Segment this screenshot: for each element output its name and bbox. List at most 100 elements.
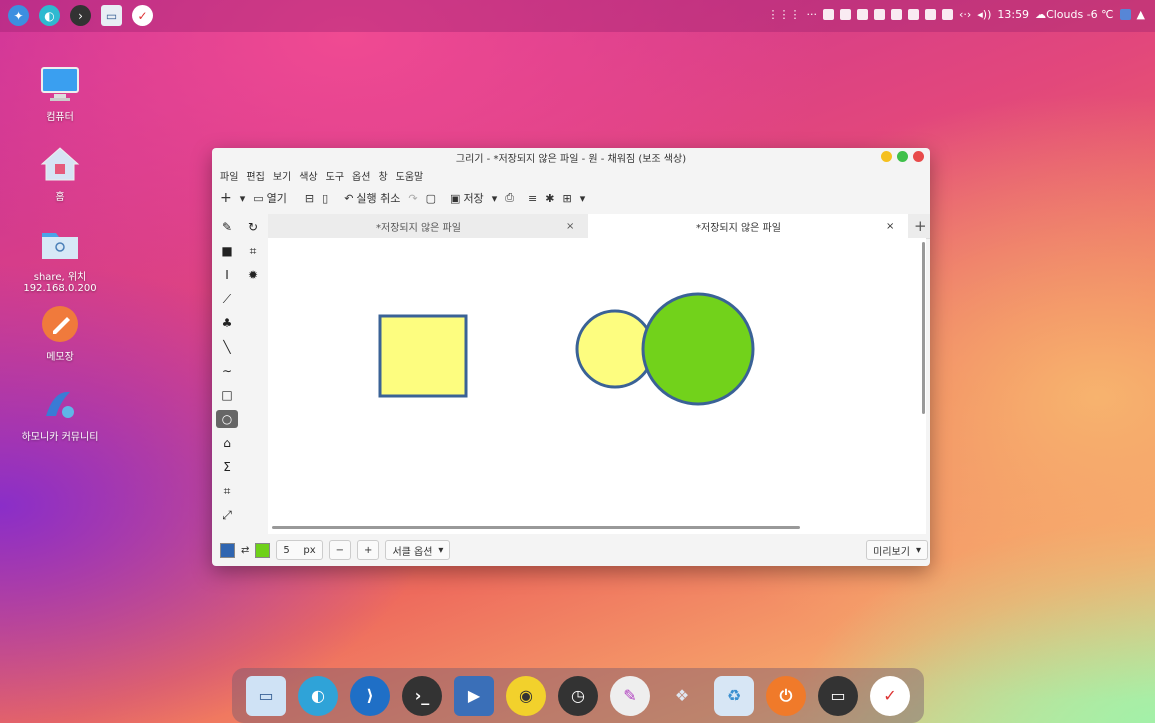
files-icon[interactable]: ▭ xyxy=(101,5,122,26)
size-increase-button[interactable]: + xyxy=(357,540,380,560)
volume-icon[interactable]: ◂)) xyxy=(977,8,991,21)
desktop-item-share[interactable]: share, 위치 192.168.0.200 xyxy=(10,224,110,294)
media-player-icon[interactable]: ◉ xyxy=(506,675,546,716)
window-title: 그리기 - *저장되지 않은 파일 - 원 - 채워짐 (보조 색상) xyxy=(455,154,687,165)
clock[interactable]: 13:59 xyxy=(997,8,1029,21)
terminal-icon[interactable]: › xyxy=(70,5,91,26)
tray-icon-5[interactable] xyxy=(890,9,902,20)
remote-icon[interactable]: ▭ xyxy=(818,675,858,716)
browser-icon[interactable]: ◐ xyxy=(298,675,338,716)
new-tab-button[interactable]: + xyxy=(914,214,927,238)
save-button[interactable]: ▣ 저장 xyxy=(450,190,484,206)
tray-icon-1[interactable] xyxy=(822,9,834,20)
tab-close-icon[interactable]: × xyxy=(566,221,574,232)
desktop-item-home[interactable]: 홈 xyxy=(10,144,110,203)
rect-select-tool-icon[interactable]: ■ xyxy=(218,242,236,260)
menu-options[interactable]: 옵션 xyxy=(352,168,370,183)
more-dropdown-icon[interactable]: ▾ xyxy=(580,192,586,205)
drawing-icon[interactable]: ✎ xyxy=(610,675,650,716)
tab-close-icon[interactable]: × xyxy=(886,221,894,232)
tab-2[interactable]: *저장되지 않은 파일 × xyxy=(588,214,908,238)
brush-tool-icon[interactable]: ⟋ xyxy=(218,290,236,308)
title-bar[interactable]: 그리기 - *저장되지 않은 파일 - 원 - 채워짐 (보조 색상) xyxy=(212,148,930,166)
size-field[interactable]: 5 px xyxy=(276,540,323,560)
weather[interactable]: ☁Clouds -6 ℃ xyxy=(1035,8,1113,21)
shape-options-dropdown[interactable]: 서클 옵션 ▾ xyxy=(385,540,451,560)
menu-help[interactable]: 도움말 xyxy=(396,168,424,183)
text-tool-icon[interactable]: I xyxy=(218,266,236,284)
minimize-button[interactable] xyxy=(881,151,892,162)
tool-palette: ✎ ↻ ■ ⌗ I ✹ ⟋ ♣ ╲ ∼ □ ○ ⌂ Σ ⌗ ⤢ xyxy=(212,212,268,534)
apps-icon[interactable]: ❖ xyxy=(662,676,702,716)
user-icon[interactable]: ▲ xyxy=(1137,8,1145,21)
new-image-icon[interactable]: ▢ xyxy=(426,192,436,205)
redo-icon[interactable]: ↷ xyxy=(408,192,417,205)
crop-tool-icon[interactable]: ⌗ xyxy=(218,482,236,500)
tray-icon-4[interactable] xyxy=(873,9,885,20)
filter-tool-icon[interactable]: ✹ xyxy=(244,266,262,284)
menu-tools[interactable]: 도구 xyxy=(326,168,344,183)
menu-file[interactable]: 파일 xyxy=(220,168,238,183)
open-button[interactable]: ▭ 열기 xyxy=(253,190,287,206)
new-button[interactable]: + xyxy=(220,190,232,206)
bluetooth-icon[interactable] xyxy=(907,9,919,20)
curve-tool-icon[interactable]: ∼ xyxy=(218,362,236,380)
preview-dropdown[interactable]: 미리보기 ▾ xyxy=(866,540,928,560)
rectangle-tool-icon[interactable]: □ xyxy=(218,386,236,404)
terminal-icon[interactable]: ›_ xyxy=(402,675,442,716)
maximize-button[interactable] xyxy=(897,151,908,162)
drawing-app-icon[interactable]: ✓ xyxy=(870,675,910,716)
scale-tool-icon[interactable]: ⤢ xyxy=(218,506,236,524)
line-tool-icon[interactable]: ╲ xyxy=(218,338,236,356)
undo-button[interactable]: ↶ 실행 취소 xyxy=(344,190,400,206)
primary-color-swatch[interactable] xyxy=(220,542,235,558)
polygon-tool-icon[interactable]: ⌂ xyxy=(218,434,236,452)
hamburger-menu-icon[interactable]: ≡ xyxy=(528,192,537,205)
browser-icon[interactable]: ◐ xyxy=(39,5,60,26)
tools-icon[interactable]: ⊞ xyxy=(562,192,571,205)
drawing-canvas[interactable] xyxy=(268,238,926,534)
pencil-tool-icon[interactable]: ✎ xyxy=(218,218,236,236)
close-button[interactable] xyxy=(913,151,924,162)
drawing-icon[interactable]: ✓ xyxy=(132,5,153,26)
menu-view[interactable]: 보기 xyxy=(273,168,291,183)
trash-icon[interactable]: ♻ xyxy=(714,675,754,716)
menu-edit[interactable]: 편집 xyxy=(246,168,264,183)
apps-grid-icon[interactable]: ⋮⋮⋮ xyxy=(767,8,800,21)
network-icon[interactable]: ‹·› xyxy=(959,8,971,21)
paste-icon[interactable]: ▯ xyxy=(322,192,328,205)
speed-icon[interactable]: ◷ xyxy=(558,675,598,716)
desktop-item-community[interactable]: 하모니카 커뮤니티 xyxy=(10,384,110,443)
save-dropdown-icon[interactable]: ▾ xyxy=(492,192,498,205)
vscode-icon[interactable]: ⟩ xyxy=(350,675,390,716)
tray-icon-6[interactable] xyxy=(924,9,936,20)
tray-icon-3[interactable] xyxy=(856,9,868,20)
print-icon[interactable]: ⎙ xyxy=(505,191,514,205)
clipboard-icon[interactable] xyxy=(941,9,953,20)
desktop-item-computer[interactable]: 컴퓨터 xyxy=(10,64,110,123)
more-icon[interactable]: ··· xyxy=(806,8,817,21)
tab-1[interactable]: *저장되지 않은 파일 × xyxy=(268,214,588,238)
import-icon[interactable]: ⊟ xyxy=(305,192,314,205)
desktop-item-notepad[interactable]: 메모장 xyxy=(10,304,110,363)
secondary-color-swatch[interactable] xyxy=(255,542,271,558)
swap-colors-icon[interactable]: ⇄ xyxy=(241,545,249,556)
circle-tool-icon[interactable]: ○ xyxy=(216,410,238,428)
menu-window[interactable]: 창 xyxy=(378,168,387,183)
free-select-tool-icon[interactable]: ⌗ xyxy=(244,242,262,260)
free-shape-tool-icon[interactable]: Σ xyxy=(218,458,236,476)
menu-color[interactable]: 색상 xyxy=(299,168,317,183)
power-icon[interactable]: ⏻ xyxy=(766,675,806,716)
new-dropdown-icon[interactable]: ▾ xyxy=(240,192,246,205)
tray-icon-2[interactable] xyxy=(839,9,851,20)
computer-icon xyxy=(40,64,80,104)
screen-record-icon[interactable]: ▶ xyxy=(454,675,494,716)
fill-tool-icon[interactable]: ♣ xyxy=(218,314,236,332)
files-icon[interactable]: ▭ xyxy=(246,675,286,716)
rotate-tool-icon[interactable]: ↻ xyxy=(244,218,262,236)
display-icon[interactable] xyxy=(1119,9,1131,20)
size-decrease-button[interactable]: − xyxy=(328,540,352,560)
folder-icon: ▭ xyxy=(253,191,264,205)
effects-icon[interactable]: ✱ xyxy=(545,192,554,205)
harmonica-menu-icon[interactable]: ✦ xyxy=(8,5,29,26)
